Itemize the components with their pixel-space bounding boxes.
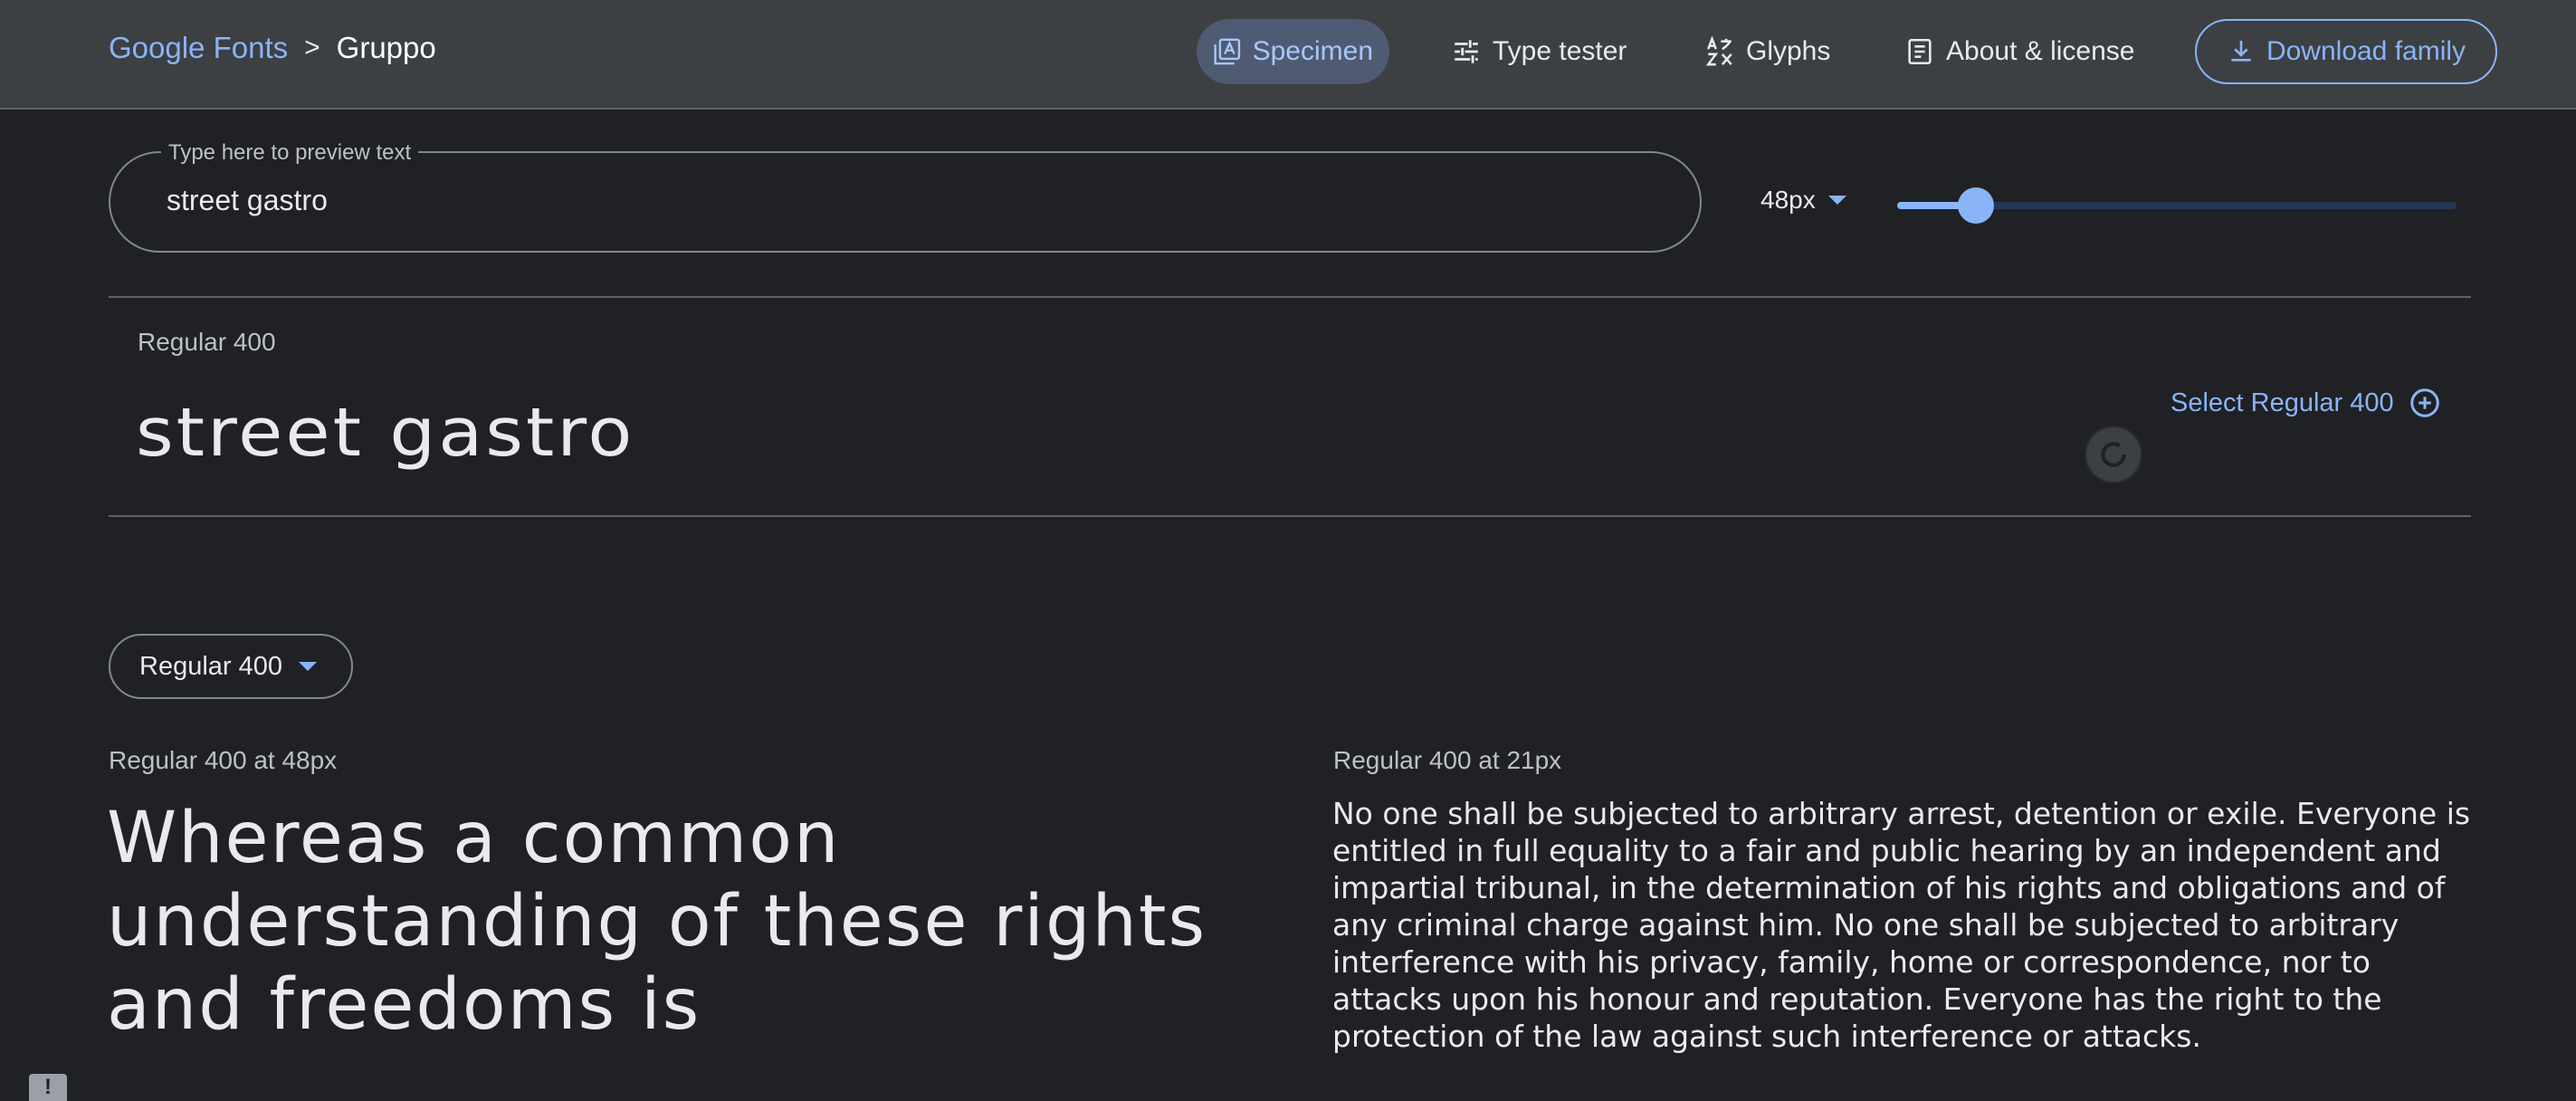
font-size-value: 48px (1760, 186, 1816, 214)
loading-spinner-icon (2086, 427, 2141, 482)
glyphs-icon (1705, 36, 1732, 66)
download-icon (2231, 41, 2251, 62)
download-family-button[interactable]: Download family (2195, 19, 2497, 84)
tune-icon (1455, 40, 1478, 63)
caret-down-icon (1827, 196, 1846, 205)
preview-text-field[interactable]: Type here to preview text (109, 140, 1702, 253)
sample-large-text: Whereas a common understanding of these … (107, 798, 1207, 1046)
preview-text-input[interactable] (167, 184, 1615, 217)
tab-about-license[interactable]: About & license (1888, 19, 2151, 84)
tab-type-tester[interactable]: Type tester (1435, 19, 1643, 84)
tab-glyphs-label: Glyphs (1746, 36, 1831, 66)
font-size-select[interactable]: 48px (1760, 186, 1846, 215)
breadcrumb-separator: > (304, 33, 320, 62)
style-name-label: Regular 400 (138, 328, 276, 356)
style-sample-text: street gastro (136, 394, 635, 472)
sample-small-label: Regular 400 at 21px (1333, 746, 1562, 774)
weight-dropdown[interactable]: Regular 400 (109, 634, 353, 699)
sample-small-text: No one shall be subjected to arbitrary a… (1332, 796, 2471, 1054)
tab-specimen-label: Specimen (1252, 36, 1373, 66)
specimen-icon (1214, 38, 1241, 65)
caret-down-icon (299, 662, 317, 671)
tab-glyphs[interactable]: Glyphs (1688, 19, 1846, 84)
divider-bottom (109, 515, 2471, 517)
article-icon (1908, 38, 1932, 65)
tab-specimen[interactable]: Specimen (1197, 19, 1389, 84)
slider-thumb[interactable] (1957, 187, 1994, 224)
weight-dropdown-value: Regular 400 (139, 651, 282, 681)
select-style-label: Select Regular 400 (2171, 388, 2394, 417)
sample-large-label: Regular 400 at 48px (109, 746, 338, 774)
preview-text-label: Type here to preview text (161, 140, 419, 166)
download-family-label: Download family (2266, 36, 2466, 66)
tab-about-license-label: About & license (1946, 36, 2135, 66)
breadcrumb-current-font: Gruppo (336, 31, 436, 64)
feedback-icon[interactable]: ! (29, 1074, 67, 1101)
divider-top (109, 296, 2471, 298)
add-circle-icon (2409, 388, 2439, 417)
tab-type-tester-label: Type tester (1493, 36, 1627, 66)
breadcrumb-google-fonts-link[interactable]: Google Fonts (109, 31, 288, 65)
font-size-slider[interactable] (1897, 186, 2457, 225)
breadcrumb: Google Fonts > Gruppo (109, 31, 436, 65)
top-bar: Google Fonts > Gruppo Specimen Type test… (0, 0, 2576, 110)
select-regular-400-button[interactable]: Select Regular 400 (2171, 387, 2441, 419)
